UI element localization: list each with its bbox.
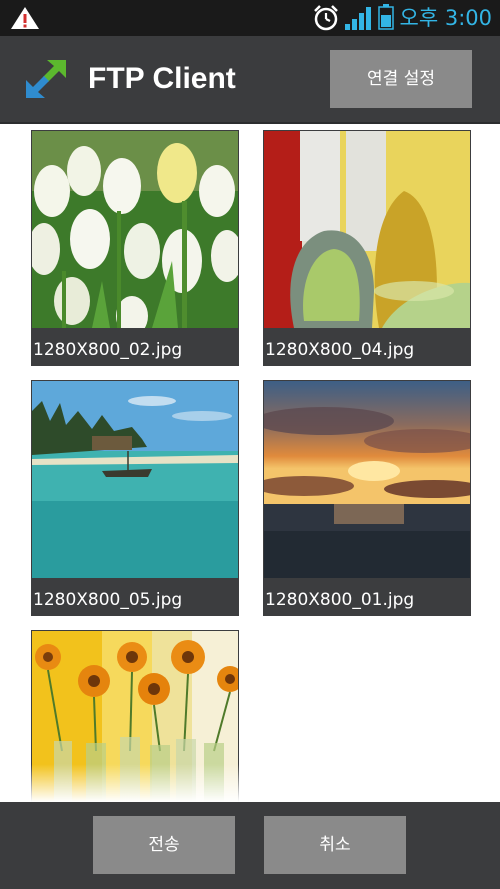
image-tile[interactable]: 1280X800_01.jpg <box>263 380 471 616</box>
image-thumbnail <box>32 381 238 578</box>
signal-icon <box>345 7 371 30</box>
send-button[interactable]: 전송 <box>93 816 235 874</box>
image-grid: 1280X800_02.jpg 1280X800_04.jpg 1280X800… <box>0 124 500 802</box>
alarm-icon <box>314 5 338 31</box>
image-filename: 1280X800_05.jpg <box>33 590 183 610</box>
image-filename: 1280X800_04.jpg <box>265 340 415 360</box>
image-filename: 1280X800_02.jpg <box>33 340 183 360</box>
image-thumbnail <box>264 381 470 578</box>
status-bar: 오후 3:00 <box>0 0 500 36</box>
battery-icon <box>378 4 394 30</box>
bottom-bar: 전송 취소 <box>0 802 500 889</box>
status-time: 오후 3:00 <box>399 6 492 30</box>
warning-icon <box>11 7 39 29</box>
cancel-button[interactable]: 취소 <box>264 816 406 874</box>
image-thumbnail <box>264 131 470 328</box>
ftp-transfer-arrows-icon <box>26 60 66 98</box>
ftp-client-screen: 오후 3:00 FTP Client 연결 설정 1280X800_02.jpg… <box>0 0 500 889</box>
image-tile[interactable]: 1280X800_05.jpg <box>31 380 239 616</box>
app-title: FTP Client <box>88 62 236 95</box>
action-bar: FTP Client 연결 설정 <box>0 36 500 124</box>
image-tile[interactable]: 1280X800_02.jpg <box>31 130 239 366</box>
scroll-fade <box>0 764 500 802</box>
image-tile[interactable]: 1280X800_04.jpg <box>263 130 471 366</box>
image-thumbnail <box>32 131 238 328</box>
connection-settings-button[interactable]: 연결 설정 <box>330 50 472 108</box>
image-filename: 1280X800_01.jpg <box>265 590 415 610</box>
